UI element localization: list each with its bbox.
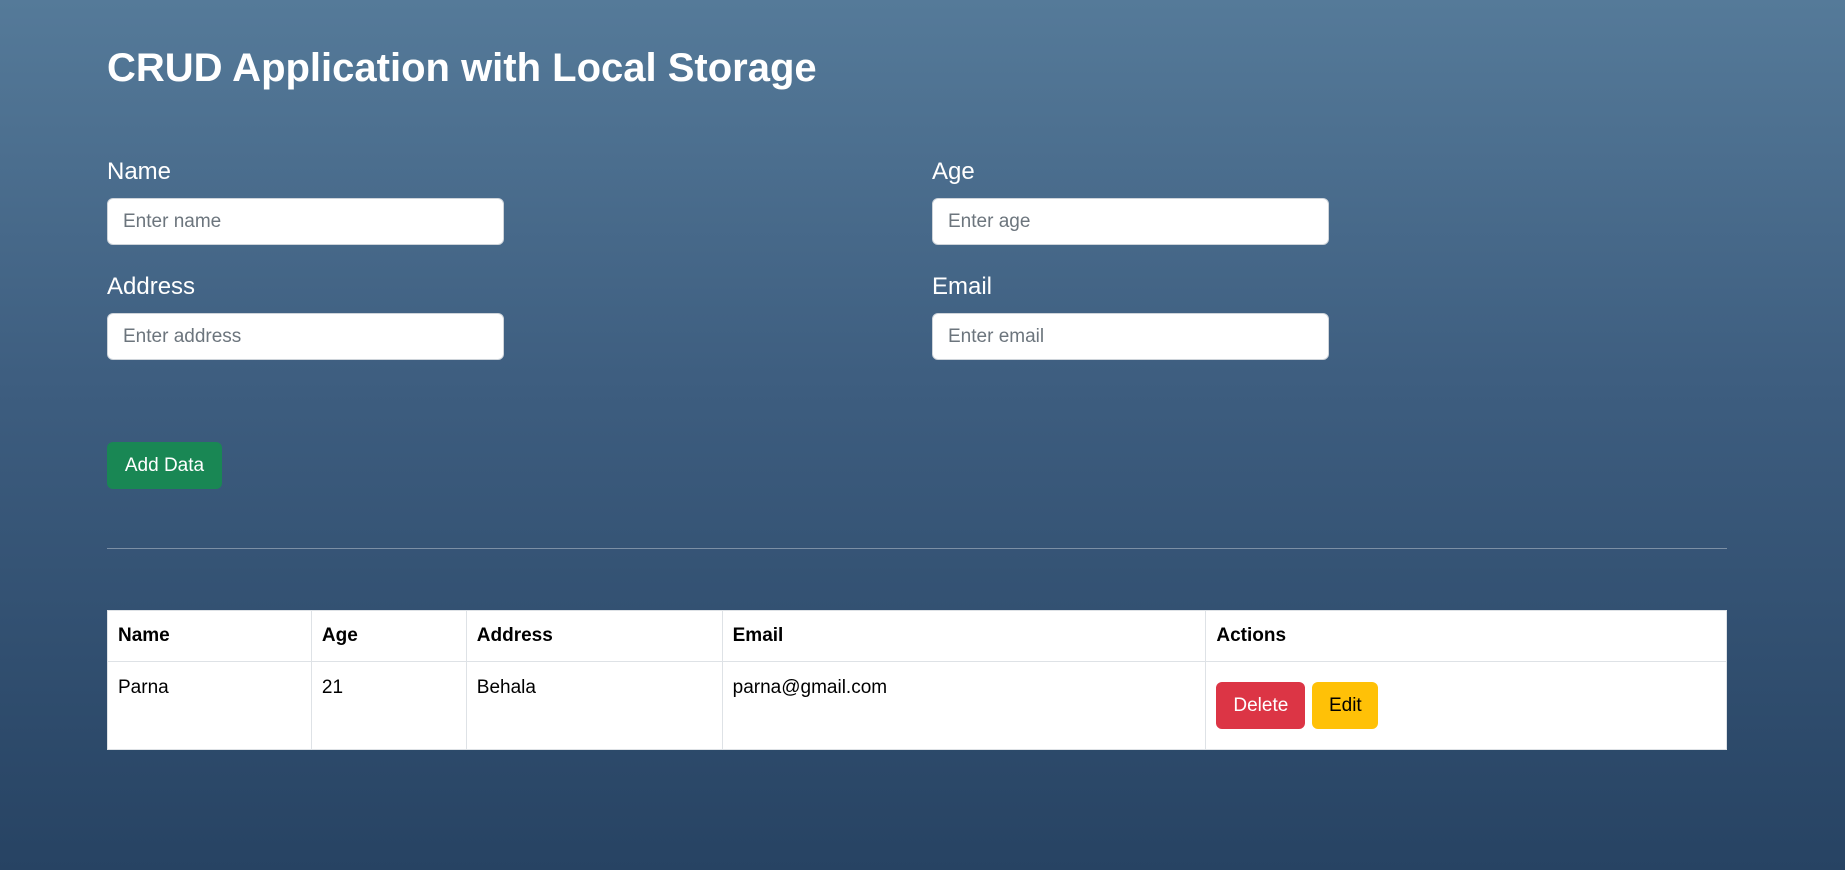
cell-age: 21 (310, 661, 467, 750)
age-label: Age (932, 158, 975, 185)
address-input[interactable] (107, 313, 504, 360)
header-email: Email (721, 610, 1207, 662)
email-label: Email (932, 273, 993, 300)
name-label: Name (107, 158, 172, 185)
header-actions: Actions (1205, 610, 1727, 662)
name-input[interactable] (107, 198, 504, 245)
email-form-group: Email (932, 275, 1329, 360)
table-header-row: Name Age Address Email Actions (107, 610, 1727, 662)
add-data-button[interactable]: Add Data (107, 442, 222, 489)
table-row: Parna 21 Behala parna@gmail.com Delete Ed… (107, 661, 1727, 750)
address-label: Address (107, 273, 196, 300)
cell-email: parna@gmail.com (721, 661, 1207, 750)
delete-button[interactable]: Delete (1216, 682, 1306, 729)
cell-address: Behala (465, 661, 723, 750)
age-input[interactable] (932, 198, 1329, 245)
page-title: CRUD Application with Local Storage (107, 46, 817, 90)
email-input[interactable] (932, 313, 1329, 360)
table-header: Name Age Address Email Actions (107, 610, 1727, 662)
cell-name: Parna (107, 661, 312, 750)
age-form-group: Age (932, 160, 1329, 245)
address-form-group: Address (107, 275, 504, 360)
header-address: Address (465, 610, 723, 662)
header-name: Name (107, 610, 312, 662)
edit-button[interactable]: Edit (1312, 682, 1379, 729)
data-table: Name Age Address Email Actions Parna 21 … (107, 610, 1727, 750)
table-body: Parna 21 Behala parna@gmail.com Delete Ed… (107, 661, 1727, 750)
header-age: Age (310, 610, 467, 662)
name-form-group: Name (107, 160, 504, 245)
section-divider (107, 548, 1727, 549)
cell-actions: Delete Edit (1205, 661, 1727, 750)
